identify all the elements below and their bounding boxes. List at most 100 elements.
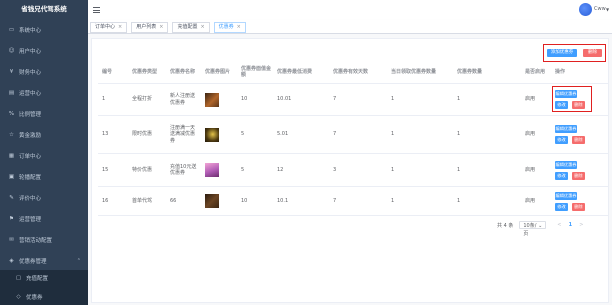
cell-status: 启用 — [525, 197, 536, 204]
cell-id: 1 — [102, 96, 106, 103]
tags-view: 订单中心 × 用户列表 × 充值配置 × 优惠券 × — [88, 20, 612, 34]
image-cell — [201, 84, 237, 115]
modify-button[interactable]: 修改 — [555, 171, 568, 180]
table-header-row: 编号 优惠券类型 优惠券名称 优惠券图片 优惠券面值金额 优惠券最低消费 优惠券有效天数 当日… — [98, 61, 608, 84]
sidebar-item-label: 用户中心 — [19, 48, 42, 55]
cell-min-spend: 12 — [277, 166, 284, 173]
cell-valid-days: 7 — [333, 197, 337, 204]
cell-id: 15 — [102, 166, 109, 173]
tab-0[interactable]: 订单中心 × — [90, 22, 128, 33]
close-icon[interactable]: × — [200, 23, 204, 32]
order-icon: ▦ — [8, 152, 15, 159]
actions-cell: 编辑优惠券修改 删除 — [551, 187, 608, 215]
sidebar-item-label: 营销活动配置 — [19, 237, 53, 244]
edit-coupon-button[interactable]: 编辑优惠券 — [555, 160, 577, 169]
chart-icon: ▤ — [8, 89, 15, 96]
modify-button[interactable]: 修改 — [555, 136, 568, 144]
prev-page-button[interactable]: < — [554, 222, 564, 228]
row-delete-button[interactable]: 删除 — [572, 171, 585, 180]
row-delete-button[interactable]: 删除 — [572, 202, 585, 211]
page-size-select[interactable]: 10条/页 ⌄ — [519, 221, 547, 237]
sidebar-item-label: 运营中心 — [19, 90, 42, 97]
sidebar-item-0[interactable]: ▭ 系统中心 — [0, 19, 88, 40]
next-page-button[interactable]: > — [576, 222, 586, 228]
sidebar-item-9[interactable]: ⚑ 运营管理 — [0, 208, 88, 229]
cell-type: 限时优惠 — [132, 131, 153, 138]
hamburger-icon[interactable] — [93, 7, 100, 13]
cell-status: 启用 — [525, 166, 536, 173]
coupon-thumbnail[interactable] — [205, 194, 219, 208]
star-icon: ☆ — [9, 131, 14, 138]
edit-coupon-button[interactable]: 编辑优惠券 — [555, 90, 577, 98]
column-header: 是否启用 — [525, 68, 546, 75]
table-row: 1 全程打折 新人注册送优惠券 10 10.01 7 1 1 启用 编辑优惠券 修改 删除 — [98, 84, 608, 116]
tab-list: 订单中心 × 用户列表 × 充值配置 × 优惠券 × — [90, 22, 246, 33]
close-icon[interactable]: × — [159, 23, 163, 32]
tab-label: 充值配置 — [177, 24, 198, 30]
column-header: 优惠券类型 — [132, 68, 158, 75]
cell-id: 13 — [102, 131, 109, 138]
modify-button[interactable]: 修改 — [555, 202, 568, 211]
sidebar-item-label: 财务中心 — [19, 69, 42, 76]
sidebar-item-label: 运营管理 — [19, 216, 42, 223]
page-number-current[interactable]: 1 — [564, 222, 576, 228]
close-icon[interactable]: × — [237, 23, 241, 32]
cell-valid-days: 7 — [333, 131, 337, 138]
cell-min-spend: 10.01 — [277, 96, 292, 103]
add-coupon-button[interactable]: 添加优惠券 — [547, 49, 577, 57]
sidebar-subitem-0[interactable]: ▢ 充值配置 — [0, 268, 88, 287]
cell-min-spend: 5.01 — [277, 131, 289, 138]
sidebar-item-1[interactable]: ☺ 用户中心 — [0, 40, 88, 61]
delete-button[interactable]: 删除 — [583, 49, 602, 57]
cell-valid-days: 3 — [333, 166, 337, 173]
sidebar-item-2[interactable]: ¥ 财务中心 — [0, 61, 88, 82]
cell-name: 注册满一天送满减优惠券 — [170, 124, 196, 144]
tab-label: 订单中心 — [95, 24, 116, 30]
sidebar-item-label: 比例管理 — [19, 111, 42, 118]
user-name[interactable]: Cww — [594, 6, 606, 12]
sidebar-item-6[interactable]: ▦ 订单中心 — [0, 145, 88, 166]
tab-label: 用户列表 — [136, 24, 157, 30]
coupon-thumbnail[interactable] — [205, 92, 219, 107]
tab-2[interactable]: 充值配置 × — [172, 22, 210, 33]
ticket-icon: ◈ — [9, 257, 14, 264]
cell-daily-limit: 1 — [391, 166, 395, 173]
chevron-up-icon: ⌃ — [76, 257, 81, 264]
image-cell — [201, 187, 237, 215]
sidebar-item-4[interactable]: % 比例管理 — [0, 103, 88, 124]
sidebar-item-label: 评价中心 — [19, 195, 42, 202]
pagination-total: 共 4 条 — [497, 222, 514, 229]
edit-coupon-button[interactable]: 编辑优惠券 — [555, 191, 577, 200]
cell-type: 全程打折 — [132, 96, 153, 103]
cell-quantity: 1 — [457, 131, 461, 138]
comment-icon: ✎ — [9, 194, 14, 201]
sidebar-item-5[interactable]: ☆ 黄金激励 — [0, 124, 88, 145]
sidebar-subitem-1[interactable]: ◇ 优惠券 — [0, 287, 88, 305]
sidebar-item-7[interactable]: ▣ 轮播配置 — [0, 166, 88, 187]
cell-quantity: 1 — [457, 197, 461, 204]
row-delete-button[interactable]: 删除 — [572, 136, 585, 144]
cell-quantity: 1 — [457, 166, 461, 173]
cell-name: 充值10元送优惠券 — [170, 163, 197, 177]
edit-coupon-button[interactable]: 编辑优惠券 — [555, 125, 577, 133]
sidebar-item-10[interactable]: ✉ 营销活动配置 — [0, 229, 88, 250]
actions-cell: 编辑优惠券修改 删除 — [551, 84, 608, 115]
coupon-thumbnail[interactable] — [205, 127, 219, 142]
avatar[interactable] — [579, 3, 592, 16]
tab-1[interactable]: 用户列表 × — [131, 22, 169, 33]
coupon-thumbnail[interactable] — [205, 163, 219, 177]
cell-name: 新人注册送优惠券 — [170, 93, 196, 106]
sidebar: 省钱兄代驾系统 ▭ 系统中心 ☺ 用户中心 ¥ 财务中心 ▤ 运营中心% 比例管理 ☆ 黄金激励 ▦ 订… — [0, 0, 88, 305]
tab-3[interactable]: 优惠券 × — [213, 22, 246, 33]
user-icon: ☺ — [8, 47, 15, 54]
column-header: 操作 — [555, 68, 566, 75]
column-header: 编号 — [102, 68, 113, 75]
sidebar-item-3[interactable]: ▤ 运营中心 — [0, 82, 88, 103]
sidebar-item-8[interactable]: ✎ 评价中心 — [0, 187, 88, 208]
sidebar-item-label: 优惠券管理 — [19, 258, 47, 265]
caret-down-icon[interactable]: ▼ — [606, 7, 609, 12]
close-icon[interactable]: × — [118, 23, 122, 32]
modify-button[interactable]: 修改 — [555, 101, 568, 109]
monitor-icon: ▭ — [8, 26, 15, 33]
row-delete-button[interactable]: 删除 — [572, 101, 585, 109]
